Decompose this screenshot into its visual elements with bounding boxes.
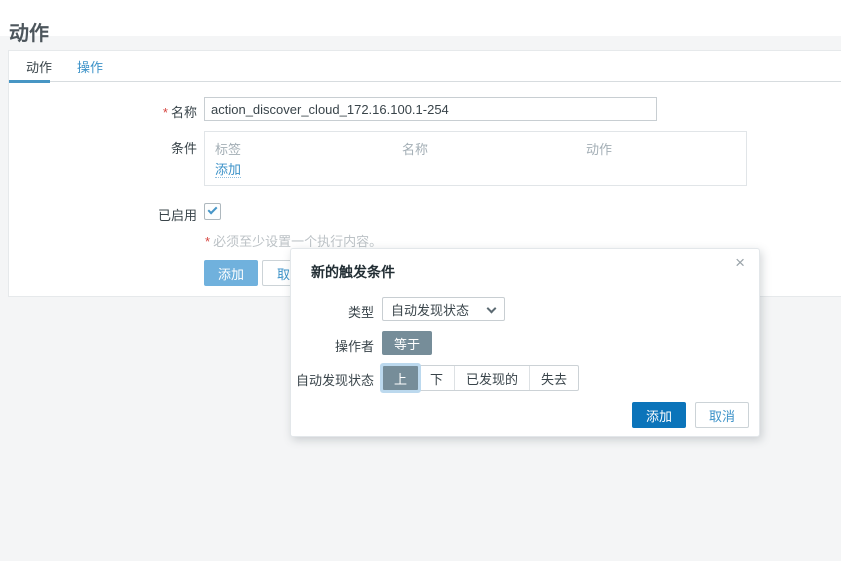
dialog-add-button[interactable]: 添加 (632, 402, 686, 428)
type-select-value: 自动发现状态 (391, 300, 469, 319)
required-asterisk: * (163, 105, 168, 120)
conditions-header-name: 名称 (402, 139, 428, 158)
chevron-down-icon (487, 304, 497, 314)
close-icon[interactable]: × (732, 253, 748, 273)
conditions-add-link[interactable]: 添加 (215, 162, 241, 178)
name-label: *名称 (9, 102, 197, 121)
tab-action[interactable]: 动作 (26, 57, 52, 76)
type-label: 类型 (291, 302, 374, 321)
conditions-header-action: 动作 (586, 139, 612, 158)
dialog-footer: 添加 取消 (632, 402, 749, 428)
checkmark-icon (208, 205, 218, 215)
new-trigger-condition-dialog: 新的触发条件 × 类型 自动发现状态 操作者 等于 自动发现状态 上 下 已发现… (290, 248, 760, 437)
conditions-header-row: 标签 名称 动作 (205, 132, 746, 156)
status-option-lost[interactable]: 失去 (529, 366, 578, 390)
status-label: 自动发现状态 (291, 370, 374, 389)
status-option-up[interactable]: 上 (383, 366, 418, 390)
tab-operations[interactable]: 操作 (77, 57, 103, 76)
status-segmented-control: 上 下 已发现的 失去 (382, 365, 579, 391)
name-input[interactable] (204, 97, 657, 121)
dialog-title: 新的触发条件 (311, 262, 395, 282)
conditions-table: 标签 名称 动作 添加 (204, 131, 747, 186)
conditions-header-label: 标签 (215, 139, 241, 158)
status-option-discovered[interactable]: 已发现的 (454, 366, 529, 390)
conditions-label: 条件 (9, 138, 197, 157)
page-header: 动作 (0, 0, 841, 36)
type-select[interactable]: 自动发现状态 (382, 297, 505, 321)
page-title: 动作 (9, 17, 49, 46)
active-tab-underline (9, 80, 50, 83)
status-option-down[interactable]: 下 (418, 366, 454, 390)
form-add-button[interactable]: 添加 (204, 260, 258, 286)
enabled-checkbox[interactable] (204, 203, 221, 220)
operator-equals-button[interactable]: 等于 (382, 331, 432, 355)
tab-bar: 动作 操作 (9, 51, 841, 82)
enabled-label: 已启用 (9, 205, 197, 224)
required-asterisk: * (205, 234, 210, 249)
dialog-cancel-button[interactable]: 取消 (695, 402, 749, 428)
operator-label: 操作者 (291, 336, 374, 355)
